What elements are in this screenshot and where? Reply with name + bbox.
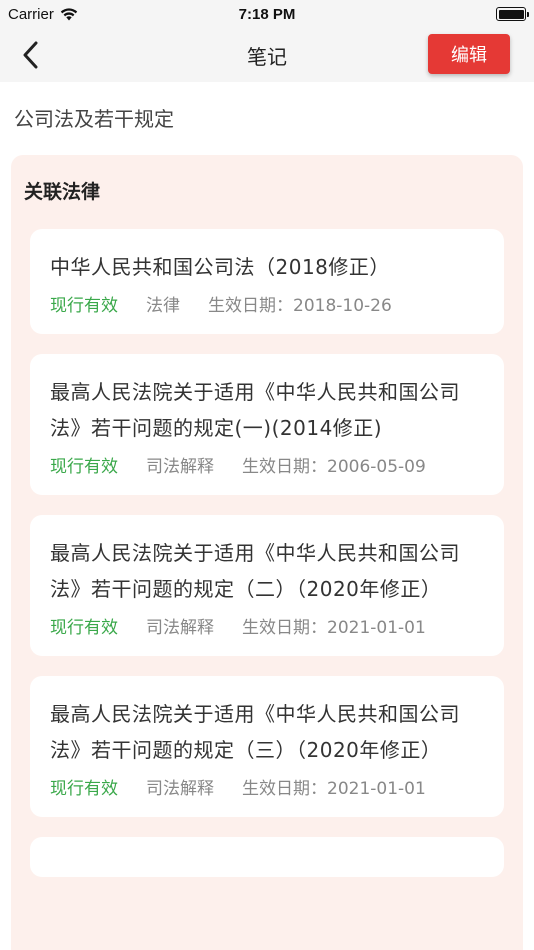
law-effective-date: 生效日期：2006-05-09 [242, 457, 426, 477]
law-effective-date: 生效日期：2021-01-01 [242, 779, 426, 799]
law-name: 最高人民法院关于适用《中华人民共和国公司法》若干问题的规定（三）（2020年修正… [50, 702, 460, 762]
status-left: Carrier [8, 6, 78, 23]
law-effective-date: 生效日期：2018-10-26 [208, 296, 392, 316]
edit-button[interactable]: 编辑 [428, 34, 510, 74]
law-status: 现行有效 [50, 779, 118, 799]
chevron-left-icon [23, 41, 38, 69]
wifi-icon [60, 7, 78, 20]
law-name: 最高人民法院关于适用《中华人民共和国公司法》若干问题的规定（二）（2020年修正… [50, 541, 460, 601]
battery-icon [496, 7, 529, 21]
status-bar: Carrier 7:18 PM [0, 0, 534, 28]
law-card[interactable]: 中华人民共和国公司法（2018修正） 现行有效 法律 生效日期：2018-10-… [30, 229, 504, 334]
law-meta: 现行有效 司法解释 生效日期：2006-05-09 [50, 452, 484, 477]
law-meta: 现行有效 司法解释 生效日期：2021-01-01 [50, 774, 484, 799]
nav-bar: 笔记 编辑 [0, 28, 534, 82]
related-laws-list: 中华人民共和国公司法（2018修正） 现行有效 法律 生效日期：2018-10-… [30, 229, 504, 897]
status-time: 7:18 PM [238, 5, 296, 23]
back-button[interactable] [14, 38, 46, 72]
law-effective-date: 生效日期：2021-01-01 [242, 618, 426, 638]
law-status: 现行有效 [50, 296, 118, 316]
law-meta: 现行有效 法律 生效日期：2018-10-26 [50, 291, 484, 316]
carrier-label: Carrier [8, 5, 54, 23]
law-card[interactable]: 最高人民法院关于适用《中华人民共和国公司法》若干问题的规定（二）（2020年修正… [30, 515, 504, 656]
law-type: 司法解释 [146, 457, 214, 477]
law-type: 司法解释 [146, 779, 214, 799]
battery-fill [498, 9, 524, 19]
law-meta: 现行有效 司法解释 生效日期：2021-01-01 [50, 613, 484, 638]
law-card[interactable]: 最高人民法院关于适用《中华人民共和国公司法》若干问题的规定（三）（2020年修正… [30, 676, 504, 817]
law-card-partial[interactable] [30, 837, 504, 877]
note-title: 公司法及若干规定 [14, 107, 174, 131]
law-status: 现行有效 [50, 618, 118, 638]
law-type: 法律 [146, 296, 180, 316]
law-status: 现行有效 [50, 457, 118, 477]
law-name: 最高人民法院关于适用《中华人民共和国公司法》若干问题的规定(一)(2014修正) [50, 380, 460, 440]
law-card[interactable]: 最高人民法院关于适用《中华人民共和国公司法》若干问题的规定(一)(2014修正)… [30, 354, 504, 495]
related-laws-heading: 关联法律 [24, 181, 101, 203]
law-type: 司法解释 [146, 618, 214, 638]
law-name: 中华人民共和国公司法（2018修正） [50, 255, 390, 279]
related-laws-panel: 关联法律 中华人民共和国公司法（2018修正） 现行有效 法律 生效日期：201… [11, 155, 523, 950]
page-title: 笔记 [247, 44, 287, 69]
